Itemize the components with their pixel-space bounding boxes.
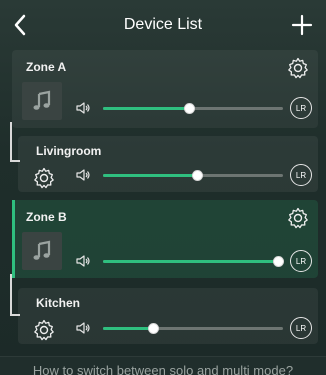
room-name: Livingroom: [36, 144, 102, 158]
gear-icon[interactable]: [286, 56, 310, 80]
album-art: [22, 232, 62, 270]
volume-thumb[interactable]: [184, 103, 196, 114]
volume-slider[interactable]: [103, 103, 283, 114]
album-art: [22, 82, 62, 120]
volume-thumb[interactable]: [148, 323, 160, 334]
gear-icon[interactable]: [32, 318, 56, 342]
help-link[interactable]: How to switch between solo and multi mod…: [0, 356, 326, 375]
volume-slider[interactable]: [103, 323, 283, 334]
music-note-icon: [33, 90, 51, 110]
header-bar: Device List: [0, 0, 326, 50]
music-note-icon: [33, 240, 51, 260]
volume-fill: [103, 260, 278, 263]
volume-thumb[interactable]: [272, 256, 284, 267]
speaker-icon[interactable]: [75, 320, 91, 336]
gear-icon[interactable]: [286, 206, 310, 230]
zone-volume-row: [75, 249, 318, 273]
lr-button[interactable]: LR: [290, 250, 312, 272]
gear-icon[interactable]: [32, 166, 56, 190]
volume-fill: [103, 327, 154, 330]
speaker-icon[interactable]: [75, 167, 91, 183]
zone-name: Zone A: [26, 60, 67, 74]
page-title: Device List: [123, 16, 203, 33]
volume-slider[interactable]: [103, 170, 283, 181]
volume-slider[interactable]: [103, 256, 284, 267]
volume-thumb[interactable]: [191, 170, 203, 181]
speaker-icon[interactable]: [75, 253, 91, 269]
room-name: Kitchen: [36, 296, 81, 310]
active-zone-indicator: [12, 200, 15, 278]
zone-name: Zone B: [26, 210, 67, 224]
back-arrow-icon[interactable]: [8, 10, 32, 40]
room-volume-row: [75, 163, 318, 187]
room-volume-row: [75, 316, 318, 340]
volume-fill: [103, 107, 190, 110]
volume-fill: [103, 174, 197, 177]
lr-button[interactable]: LR: [290, 317, 312, 339]
speaker-icon[interactable]: [75, 100, 91, 116]
lr-button[interactable]: LR: [290, 164, 312, 186]
lr-button[interactable]: LR: [290, 97, 312, 119]
plus-icon[interactable]: [290, 12, 314, 38]
zone-volume-row: [75, 96, 318, 120]
